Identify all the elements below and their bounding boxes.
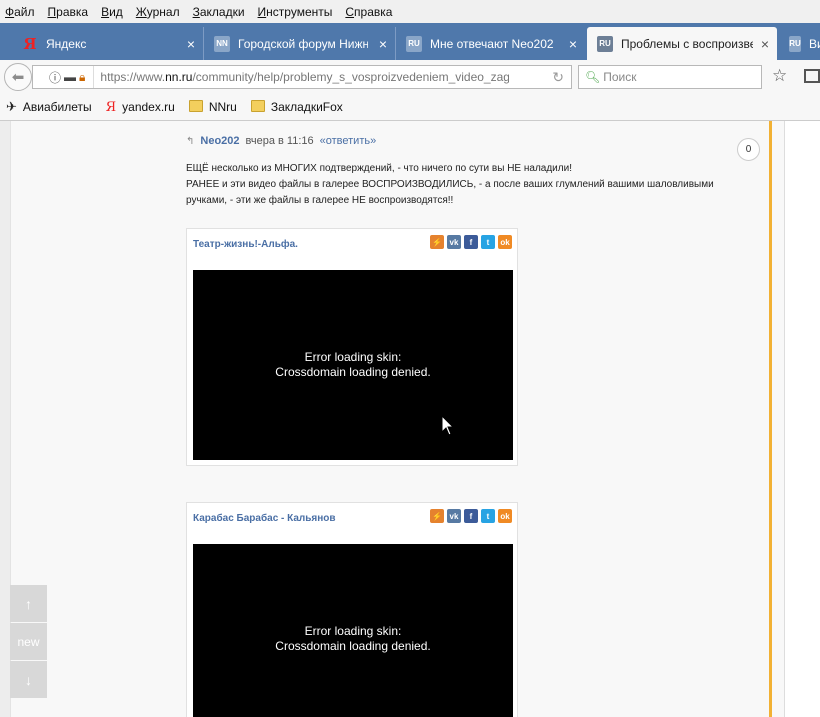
share-buttons: ⚡ vk f t ok <box>427 509 512 523</box>
menu-tools[interactable]: Инструменты <box>258 5 333 19</box>
reply-arrow-icon: ↰ <box>186 135 195 147</box>
rating-badge[interactable]: 0 <box>737 138 760 161</box>
accent-bar <box>769 121 772 717</box>
scroll-up-button[interactable]: ↑ <box>10 585 47 622</box>
comment-author[interactable]: Neo202 <box>200 135 239 147</box>
url-text[interactable]: https://www.nn.ru/community/help/problem… <box>94 70 509 84</box>
livejournal-icon[interactable]: ⚡ <box>430 235 444 249</box>
menu-view[interactable]: Вид <box>101 5 123 19</box>
menu-history[interactable]: Журнал <box>136 5 180 19</box>
arrow-left-icon: ⬅ <box>11 69 25 86</box>
comment-text: ЕЩЁ несколько из МНОГИХ подтверждений, -… <box>186 161 746 209</box>
comment-time: вчера в 11:16 <box>245 135 314 147</box>
yandex-icon: Я <box>105 99 117 115</box>
search-placeholder: Поиск <box>603 70 637 84</box>
library-icon[interactable] <box>804 69 820 83</box>
scroll-down-button[interactable]: ↓ <box>10 661 47 698</box>
bookmarks-bar: ✈ Авиабилеты Я yandex.ru NNru ЗакладкиFo… <box>0 94 820 121</box>
plane-icon: ✈ <box>6 99 17 114</box>
bookmark-folder-fox[interactable]: ЗакладкиFox <box>250 99 343 115</box>
comment-line: ЕЩЁ несколько из МНОГИХ подтверждений, -… <box>186 163 572 174</box>
bookmark-aviabilety[interactable]: ✈ Авиабилеты <box>6 99 92 115</box>
bookmark-label: NNru <box>208 100 237 114</box>
search-input[interactable]: 🔍︎ Поиск <box>578 65 762 89</box>
reply-link[interactable]: «ответить» <box>320 135 377 147</box>
video-title[interactable]: Карабас Барабас - Кальянов <box>193 513 336 524</box>
side-navigation: ↑ new ↓ <box>10 585 47 699</box>
tab-title: Мне отвечают Neo202 <box>430 36 554 51</box>
video-error-line: Error loading skin: <box>304 624 402 638</box>
vk-icon[interactable]: vk <box>447 235 461 249</box>
mixed-content-icon: ▬ <box>64 70 77 84</box>
bookmark-folder-nnru[interactable]: NNru <box>188 99 237 115</box>
close-icon[interactable]: × <box>187 36 195 52</box>
comment-header: ↰ Neo202 вчера в 11:16 «ответить» <box>186 135 376 147</box>
video-player[interactable]: Error loading skin: Crossdomain loading … <box>193 544 513 717</box>
star-icon[interactable]: ☆ <box>772 66 787 86</box>
menu-bookmarks[interactable]: Закладки <box>193 5 245 19</box>
search-icon: 🔍︎ <box>585 70 601 84</box>
lock-warning-icon: 🔒︎ <box>79 69 86 84</box>
video-player[interactable]: Error loading skin: Crossdomain loading … <box>193 270 513 460</box>
tab-forum[interactable]: NN Городской форум Нижн... × <box>204 27 396 60</box>
mouse-cursor-icon <box>441 415 455 436</box>
tab-strip: Я Яндекс × NN Городской форум Нижн... × … <box>0 23 820 60</box>
tab-title: Проблемы с воспроизве... <box>621 36 753 51</box>
nav-bar: ⓘ ▬ 🔒︎ https://www.nn.ru/community/help/… <box>0 60 820 94</box>
ru-icon: RU <box>597 35 613 52</box>
tab-title: Яндекс <box>46 36 87 51</box>
reload-icon[interactable]: ↻ <box>552 69 564 86</box>
facebook-icon[interactable]: f <box>464 235 478 249</box>
site-identity[interactable]: ⓘ ▬ 🔒︎ <box>33 66 95 88</box>
close-icon[interactable]: × <box>761 36 769 52</box>
menu-edit[interactable]: Правка <box>48 5 89 19</box>
facebook-icon[interactable]: f <box>464 509 478 523</box>
menu-help[interactable]: Справка <box>345 5 392 19</box>
bookmark-label: Авиабилеты <box>22 100 92 114</box>
bookmark-label: ЗакладкиFox <box>270 100 343 114</box>
menu-file[interactable]: Файл <box>5 5 35 19</box>
video-error-line: Crossdomain loading denied. <box>275 365 431 379</box>
ru-icon: RU <box>406 35 422 52</box>
tab-title: Городской форум Нижн... <box>238 36 368 51</box>
bookmark-yandex[interactable]: Я yandex.ru <box>106 100 175 115</box>
folder-icon <box>188 99 203 112</box>
odnoklassniki-icon[interactable]: ok <box>498 235 512 249</box>
url-bar[interactable]: ⓘ ▬ 🔒︎ https://www.nn.ru/community/help/… <box>32 65 572 89</box>
twitter-icon[interactable]: t <box>481 509 495 523</box>
comment-line: ручками, - эти же файлы в галерее НЕ вос… <box>186 195 454 206</box>
close-icon[interactable]: × <box>569 36 577 52</box>
share-buttons: ⚡ vk f t ok <box>427 235 512 249</box>
odnoklassniki-icon[interactable]: ok <box>498 509 512 523</box>
page-content: ↰ Neo202 вчера в 11:16 «ответить» 0 ЕЩЁ … <box>0 121 820 717</box>
info-icon: ⓘ <box>49 70 62 85</box>
video-title[interactable]: Театр-жизнь!-Альфа. <box>193 239 298 250</box>
video-card: Карабас Барабас - Кальянов ⚡ vk f t ok E… <box>186 502 518 717</box>
page-right-edge <box>784 121 820 717</box>
tab-replies[interactable]: RU Мне отвечают Neo202 × <box>396 27 585 60</box>
twitter-icon[interactable]: t <box>481 235 495 249</box>
livejournal-icon[interactable]: ⚡ <box>430 509 444 523</box>
yandex-icon: Я <box>23 34 37 53</box>
menu-bar: Файл Правка Вид Журнал Закладки Инструме… <box>0 0 820 23</box>
video-error-line: Error loading skin: <box>304 350 402 364</box>
video-card: Театр-жизнь!-Альфа. ⚡ vk f t ok Error lo… <box>186 228 518 466</box>
tab-partial[interactable]: RU Ви <box>779 27 820 60</box>
ru-icon: RU <box>789 35 801 52</box>
comment-line: РАНЕЕ и эти видео файлы в галерее ВОСПРО… <box>186 179 714 190</box>
video-error-line: Crossdomain loading denied. <box>275 639 431 653</box>
folder-icon <box>250 99 265 112</box>
back-button[interactable]: ⬅ <box>4 63 32 91</box>
tab-problems-active[interactable]: RU Проблемы с воспроизве... × <box>587 27 777 60</box>
nn-icon: NN <box>214 35 230 52</box>
tab-yandex[interactable]: Я Яндекс × <box>12 27 204 60</box>
vk-icon[interactable]: vk <box>447 509 461 523</box>
tab-title: Ви <box>808 36 820 51</box>
close-icon[interactable]: × <box>379 36 387 52</box>
bookmark-label: yandex.ru <box>122 100 175 114</box>
new-comments-button[interactable]: new <box>10 623 47 660</box>
